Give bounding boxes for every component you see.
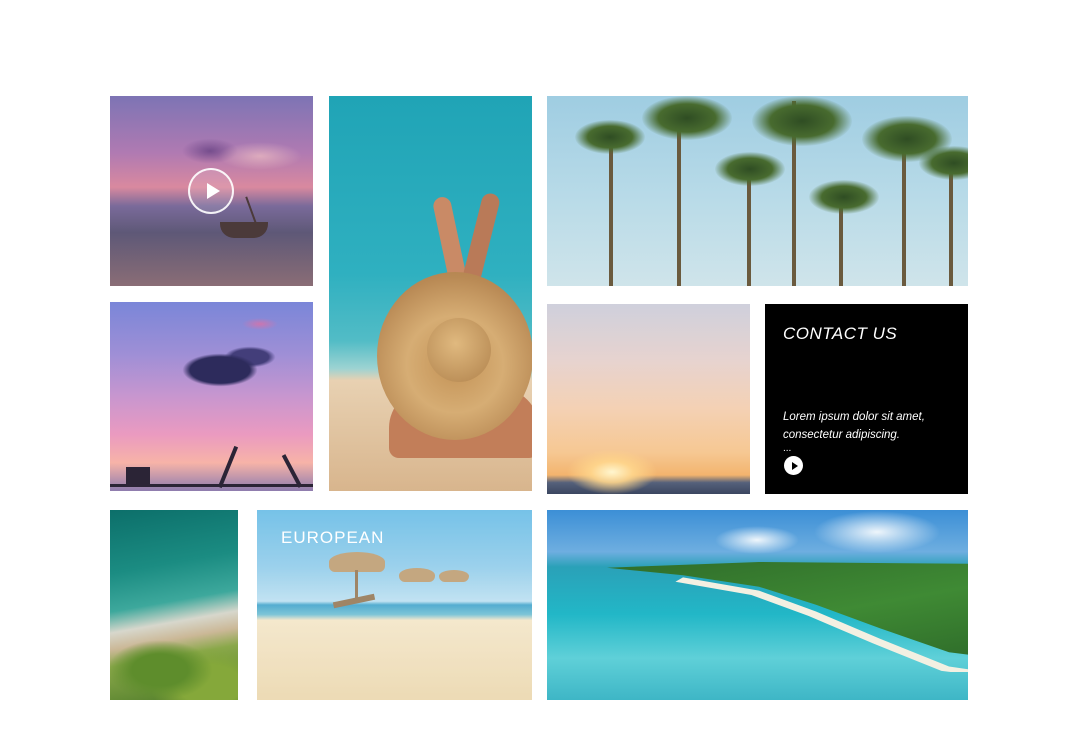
palm-crown	[715, 152, 785, 186]
boat-mast	[245, 196, 257, 224]
pier-post	[217, 445, 239, 489]
image-tile-sunset-sea[interactable]	[547, 304, 750, 494]
palm-trunk	[609, 136, 613, 286]
play-icon	[206, 183, 220, 199]
play-button[interactable]	[188, 168, 234, 214]
image-tile-palms[interactable]	[547, 96, 968, 286]
image-tile-aerial-coast[interactable]	[110, 510, 238, 700]
image-tile-tropical-coast[interactable]	[547, 510, 968, 700]
european-card[interactable]: EUROPEAN	[257, 510, 532, 700]
palm-crown	[575, 120, 645, 154]
contact-card[interactable]: CONTACT US Lorem ipsum dolor sit amet, c…	[765, 304, 968, 494]
island-vegetation	[607, 562, 968, 657]
arrow-right-icon	[791, 461, 798, 470]
image-tile-pink-sky[interactable]	[110, 302, 313, 491]
image-tile-hat-beach[interactable]	[329, 96, 532, 491]
contact-description: Lorem ipsum dolor sit amet, consectetur …	[783, 411, 925, 441]
palm-crown	[919, 146, 968, 180]
palm-crown	[752, 96, 852, 146]
hat-crown	[427, 318, 491, 382]
pier	[110, 484, 313, 487]
pier-post	[281, 454, 303, 488]
european-title: EUROPEAN	[281, 528, 385, 547]
contact-title: CONTACT US	[783, 324, 898, 343]
contact-arrow-button[interactable]	[784, 456, 803, 475]
video-tile-sunset-boat[interactable]	[110, 96, 313, 286]
contact-more: ...	[783, 443, 792, 454]
palm-crown	[642, 96, 732, 140]
boat	[220, 222, 268, 238]
palm-crown	[809, 180, 879, 214]
stilt-hut	[126, 467, 150, 485]
